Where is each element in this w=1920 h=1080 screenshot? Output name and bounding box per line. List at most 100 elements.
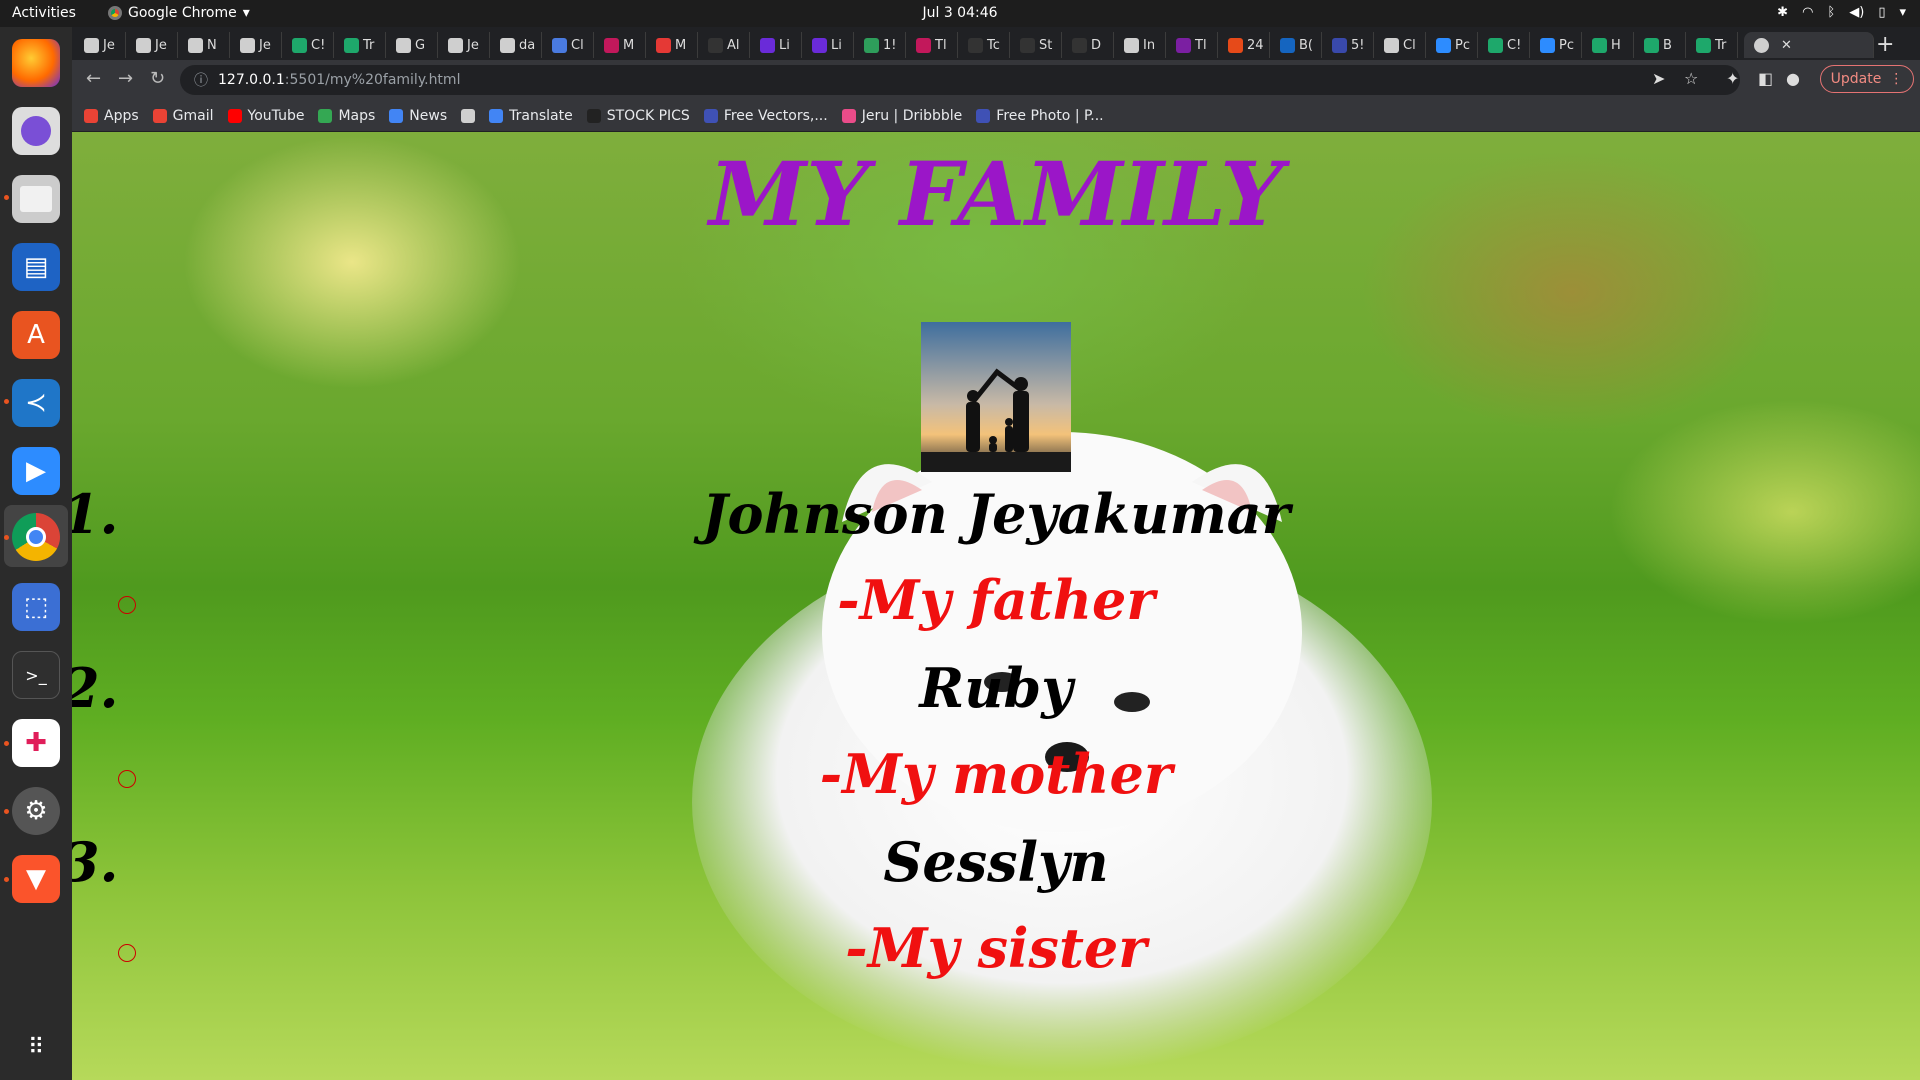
screenshot-area-icon[interactable]: ⬚	[12, 583, 60, 631]
browser-tab[interactable]: Al	[698, 32, 750, 58]
browser-tab[interactable]: D	[1062, 32, 1114, 58]
profile-icon[interactable]: ●	[1786, 69, 1800, 88]
browser-tab[interactable]: Je	[230, 32, 282, 58]
tab-label: 1!	[883, 37, 897, 53]
browser-tab[interactable]: M	[646, 32, 698, 58]
bookmark-item[interactable]: YouTube	[227, 108, 304, 124]
slack-status-icon[interactable]: ✱	[1777, 5, 1788, 20]
settings-icon[interactable]: ⚙	[12, 787, 60, 835]
close-icon[interactable]: ✕	[1781, 38, 1792, 53]
browser-tab[interactable]: Cl	[1374, 32, 1426, 58]
files-icon[interactable]	[12, 175, 60, 223]
browser-tab[interactable]: Pc	[1530, 32, 1582, 58]
browser-tab[interactable]: Tl	[1166, 32, 1218, 58]
bookmark-item[interactable]: Free Photo | P...	[976, 108, 1104, 124]
browser-tab[interactable]: M	[594, 32, 646, 58]
tab-favicon-icon	[344, 37, 359, 53]
browser-tab[interactable]: 1!	[854, 32, 906, 58]
tab-favicon-icon	[1384, 37, 1399, 53]
back-button[interactable]: ←	[86, 68, 101, 89]
bookmark-label: Gmail	[172, 107, 214, 124]
wifi-icon[interactable]: ◠	[1802, 5, 1813, 20]
firefox-icon[interactable]	[12, 39, 60, 87]
browser-tab[interactable]: B	[1634, 32, 1686, 58]
browser-tab[interactable]: Pc	[1426, 32, 1478, 58]
browser-tab[interactable]: 5!	[1322, 32, 1374, 58]
browser-tab[interactable]: Je	[74, 32, 126, 58]
send-icon[interactable]: ➤	[1652, 69, 1665, 88]
tab-favicon-icon	[1592, 37, 1607, 53]
chevron-down-icon[interactable]: ▾	[1899, 5, 1906, 20]
browser-tab[interactable]: 24	[1218, 32, 1270, 58]
browser-tab[interactable]: Li	[750, 32, 802, 58]
new-tab-button[interactable]: +	[1876, 32, 1894, 57]
reload-button[interactable]: ↻	[150, 68, 165, 89]
more-menu-icon: ⋮	[1889, 71, 1904, 87]
member-relation: -My sister	[845, 916, 1147, 980]
vscode-icon[interactable]: ≺	[12, 379, 60, 427]
bookmark-item[interactable]: News	[389, 108, 447, 124]
terminal-icon[interactable]: >_	[12, 651, 60, 699]
browser-tab[interactable]: H	[1582, 32, 1634, 58]
tab-label: C!	[311, 37, 326, 53]
member-relation: -My mother	[819, 742, 1173, 806]
bluetooth-icon[interactable]: ᛒ	[1827, 5, 1835, 20]
bookmark-item[interactable]: Translate	[489, 108, 573, 124]
browser-tab[interactable]: da	[490, 32, 542, 58]
app-menu[interactable]: Google Chrome ▾	[108, 5, 250, 21]
browser-tab[interactable]: Je	[438, 32, 490, 58]
chrome-icon[interactable]	[12, 513, 60, 561]
browser-tab[interactable]: B(	[1270, 32, 1322, 58]
bookmark-item[interactable]: Maps	[318, 108, 375, 124]
extensions-icon[interactable]: ✦	[1726, 69, 1739, 88]
forward-button[interactable]: →	[118, 68, 133, 89]
bookmark-item[interactable]	[461, 108, 476, 123]
update-button[interactable]: Update ⋮	[1820, 65, 1914, 93]
activities-button[interactable]: Activities	[12, 5, 76, 21]
tab-favicon-icon	[240, 37, 255, 53]
software-center-icon[interactable]: A	[12, 311, 60, 359]
chrome-icon	[108, 6, 122, 20]
document-viewer-icon[interactable]: ▤	[12, 243, 60, 291]
info-icon[interactable]: ⓘ	[194, 70, 208, 90]
battery-icon[interactable]: ▯	[1878, 5, 1885, 20]
browser-tab[interactable]: G	[386, 32, 438, 58]
tab-label: M	[675, 37, 687, 53]
browser-tab[interactable]: Tr	[334, 32, 386, 58]
browser-tab[interactable]: C!	[282, 32, 334, 58]
screenshot-tool-icon[interactable]	[12, 107, 60, 155]
tab-label: 24	[1247, 37, 1264, 53]
brave-icon[interactable]: ▼	[12, 855, 60, 903]
bookmark-favicon-icon	[84, 108, 98, 123]
zoom-icon[interactable]: ▶	[12, 447, 60, 495]
bookmark-item[interactable]: STOCK PICS	[586, 107, 690, 124]
bookmark-item[interactable]: Apps	[84, 108, 139, 124]
browser-tab[interactable]: St	[1010, 32, 1062, 58]
browser-tab[interactable]: N	[178, 32, 230, 58]
bookmark-item[interactable]: Free Vectors,...	[703, 108, 828, 124]
tab-active[interactable]: ✕	[1744, 32, 1874, 58]
side-panel-icon[interactable]: ◧	[1758, 69, 1773, 88]
bookmark-label: Apps	[104, 107, 139, 124]
browser-tab[interactable]: Je	[126, 32, 178, 58]
browser-tab[interactable]: Li	[802, 32, 854, 58]
browser-tab[interactable]: Tl	[906, 32, 958, 58]
show-apps-icon[interactable]: ⠿	[12, 1023, 60, 1071]
bookmark-star-icon[interactable]: ☆	[1684, 69, 1698, 88]
tab-label: C!	[1507, 37, 1522, 53]
browser-tab[interactable]: Tr	[1686, 32, 1738, 58]
bookmark-item[interactable]: Gmail	[152, 107, 214, 124]
slack-icon[interactable]: ✚	[12, 719, 60, 767]
browser-tab[interactable]: In	[1114, 32, 1166, 58]
browser-tab[interactable]: Cl	[542, 32, 594, 58]
bookmark-favicon-icon	[841, 108, 856, 123]
system-tray[interactable]: ✱ ◠ ᛒ ◀) ▯ ▾	[1777, 5, 1906, 20]
clock[interactable]: Jul 3 04:46	[922, 5, 997, 21]
browser-tab[interactable]: Tc	[958, 32, 1010, 58]
bookmark-item[interactable]: Jeru | Dribbble	[841, 108, 962, 124]
tab-favicon-icon	[1228, 37, 1243, 53]
browser-tab[interactable]: C!	[1478, 32, 1530, 58]
bookmark-label: STOCK PICS	[606, 107, 690, 124]
address-bar[interactable]: ⓘ 127.0.0.1:5501/my%20family.html	[180, 65, 1740, 95]
volume-icon[interactable]: ◀)	[1849, 5, 1864, 20]
